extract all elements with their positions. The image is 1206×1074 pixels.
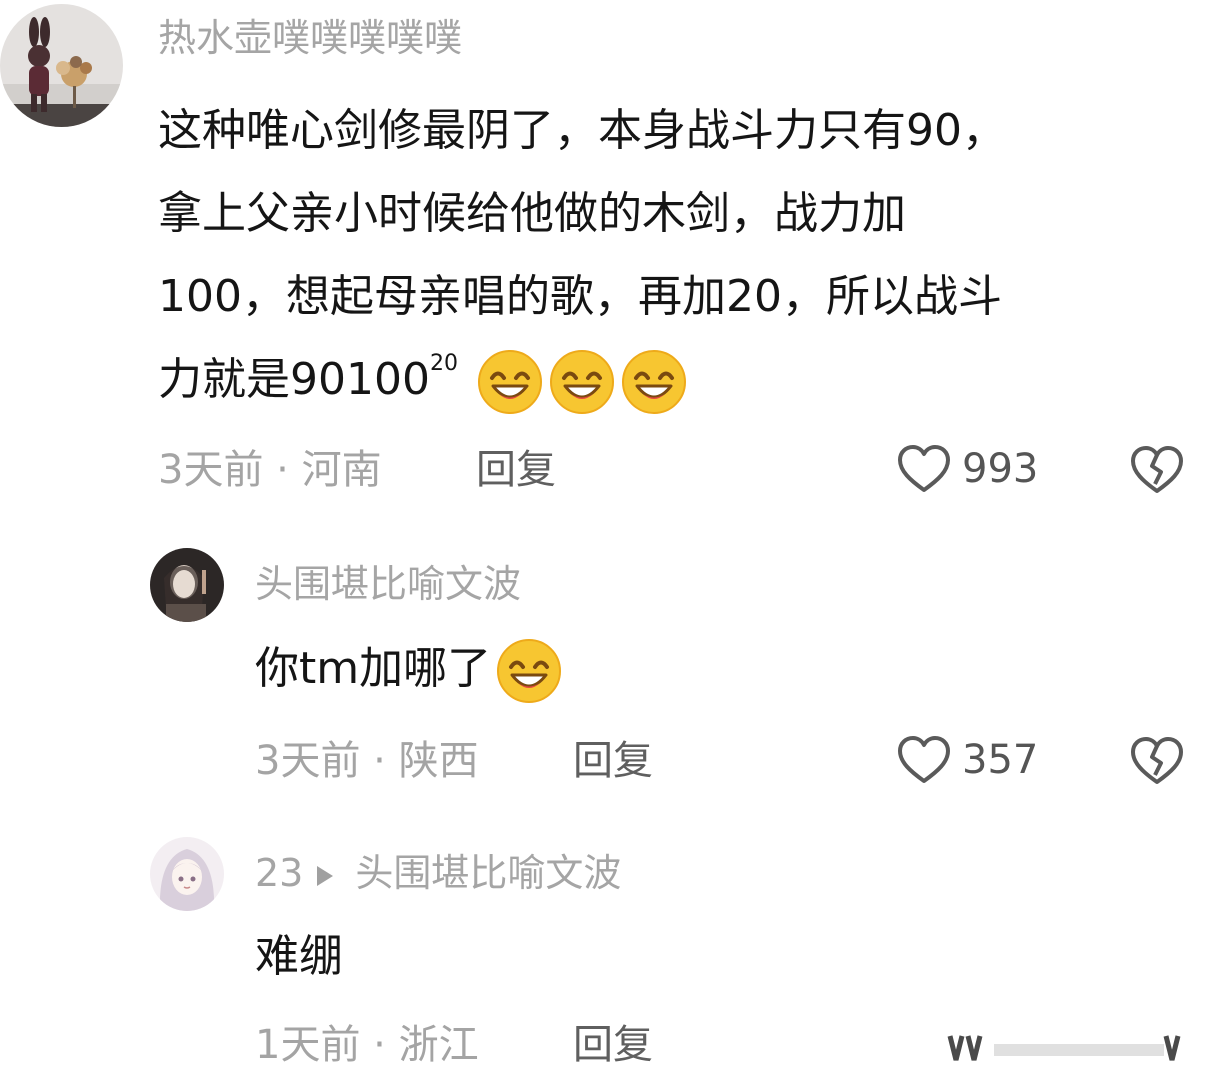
avatar[interactable] — [150, 837, 224, 911]
grinning-emoji-icon — [497, 639, 562, 703]
comment-text: 这种唯心剑修最阴了，本身战斗力只有90， 拿上父亲小时候给他做的木剑，战力加 1… — [158, 89, 1006, 421]
comment-text-line-prefix: 力就是90100 — [158, 354, 430, 405]
grinning-emoji-icon — [477, 350, 542, 414]
comment-meta: 3天前 · 河南 — [158, 447, 382, 493]
like-button[interactable]: 357 — [896, 735, 1038, 785]
avatar[interactable] — [150, 548, 224, 622]
watermark-icon — [938, 1026, 1198, 1064]
comment-text-content: 你tm加哪了 — [255, 643, 492, 694]
like-count: 357 — [962, 737, 1039, 783]
comment-meta: 1天前 · 浙江 — [255, 1022, 479, 1068]
reply-thread-header: 23 头围堪比喻文波 — [255, 851, 621, 895]
comment-text: 难绷 — [255, 931, 343, 982]
reply-button[interactable]: 回复 — [573, 1021, 653, 1069]
comment-username[interactable]: 23 — [255, 851, 303, 895]
emoji-group — [472, 350, 688, 414]
power-exponent: 20 — [429, 351, 458, 376]
avatar[interactable] — [0, 4, 123, 127]
like-button[interactable]: 993 — [896, 444, 1038, 494]
broken-heart-icon — [1131, 737, 1183, 784]
comment-text-line: 力就是9010020 — [158, 338, 1006, 421]
grinning-emoji-icon — [549, 350, 614, 414]
heart-outline-icon — [898, 445, 950, 492]
reply-button[interactable]: 回复 — [573, 737, 653, 785]
comment-meta: 3天前 · 陕西 — [255, 738, 479, 784]
comment-text-line: 拿上父亲小时候给他做的木剑，战力加 — [158, 188, 906, 239]
like-count: 993 — [962, 446, 1039, 492]
broken-heart-icon — [1131, 446, 1183, 493]
comment-username[interactable]: 热水壶噗噗噗噗噗 — [158, 16, 462, 60]
comment-text: 你tm加哪了 — [255, 627, 563, 710]
heart-outline-icon — [898, 736, 950, 783]
grinning-emoji-icon — [621, 350, 686, 414]
play-triangle-icon — [317, 865, 334, 886]
comment-username[interactable]: 头围堪比喻文波 — [255, 562, 521, 606]
reply-button[interactable]: 回复 — [476, 446, 556, 494]
comment-text-line: 这种唯心剑修最阴了，本身战斗力只有90， — [158, 105, 1006, 156]
reply-to-username[interactable]: 头围堪比喻文波 — [355, 851, 621, 895]
dislike-button[interactable] — [1128, 444, 1186, 500]
dislike-button[interactable] — [1128, 735, 1186, 791]
comment-text-line: 100，想起母亲唱的歌，再加20，所以战斗 — [158, 271, 1002, 322]
